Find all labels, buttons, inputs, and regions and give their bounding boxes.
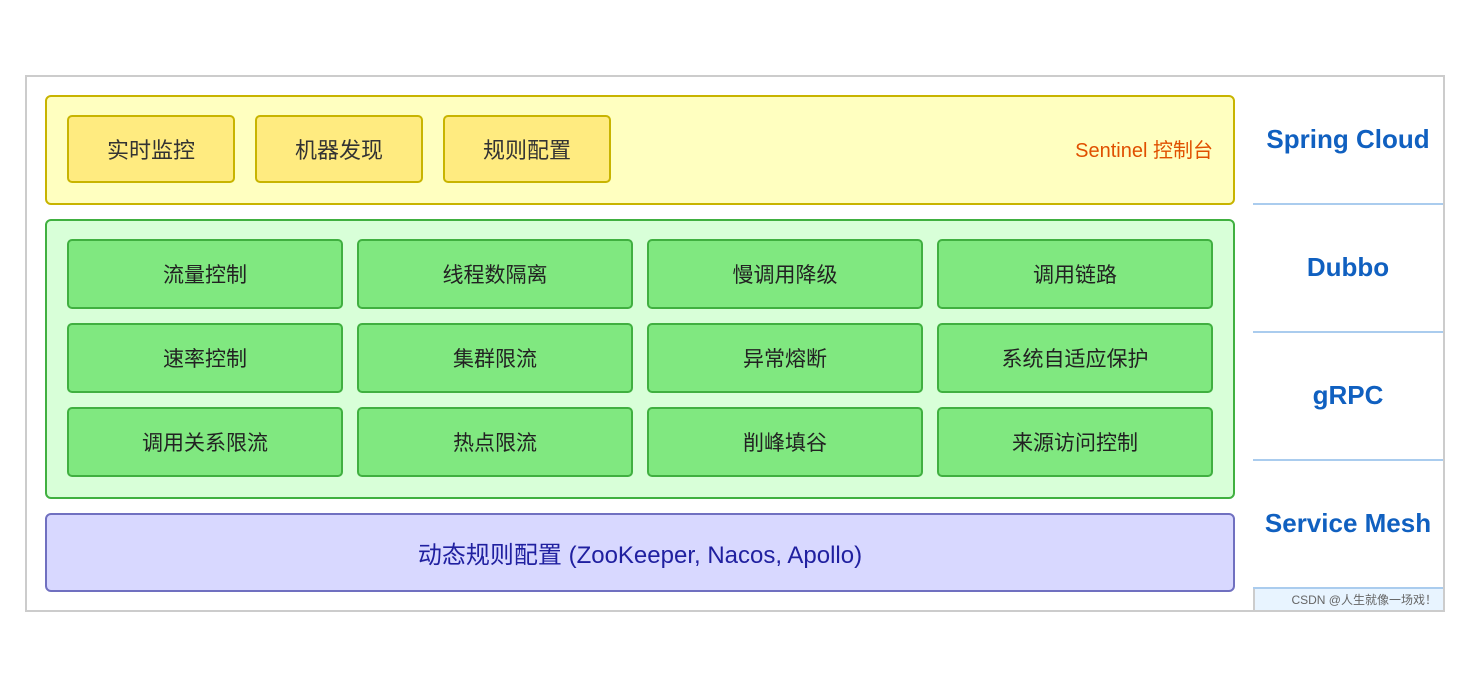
features-row-2: 速率控制 集群限流 异常熔断 系统自适应保护 xyxy=(67,323,1213,393)
sidebar-item-grpc[interactable]: gRPC xyxy=(1253,333,1443,461)
feature-flow-control: 流量控制 xyxy=(67,239,343,309)
sentinel-boxes: 实时监控 机器发现 规则配置 xyxy=(67,115,1055,183)
feature-call-chain: 调用链路 xyxy=(937,239,1213,309)
feature-cluster-limit: 集群限流 xyxy=(357,323,633,393)
sidebar-item-dubbo[interactable]: Dubbo xyxy=(1253,205,1443,333)
right-sidebar: Spring Cloud Dubbo gRPC Service Mesh CSD… xyxy=(1253,77,1443,610)
sentinel-box-discovery: 机器发现 xyxy=(255,115,423,183)
dynamic-panel: 动态规则配置 (ZooKeeper, Nacos, Apollo) xyxy=(45,513,1235,592)
main-content: 实时监控 机器发现 规则配置 Sentinel 控制台 流量控制 线程数隔离 慢… xyxy=(27,77,1253,610)
features-row-1: 流量控制 线程数隔离 慢调用降级 调用链路 xyxy=(67,239,1213,309)
feature-rate-control: 速率控制 xyxy=(67,323,343,393)
feature-call-relation: 调用关系限流 xyxy=(67,407,343,477)
watermark: CSDN @人生就像一场戏！ xyxy=(1253,589,1443,610)
feature-exception-break: 异常熔断 xyxy=(647,323,923,393)
main-diagram: 实时监控 机器发现 规则配置 Sentinel 控制台 流量控制 线程数隔离 慢… xyxy=(25,75,1445,612)
features-row-3: 调用关系限流 热点限流 削峰填谷 来源访问控制 xyxy=(67,407,1213,477)
feature-access-control: 来源访问控制 xyxy=(937,407,1213,477)
sidebar-item-spring-cloud[interactable]: Spring Cloud xyxy=(1253,77,1443,205)
sentinel-label: Sentinel 控制台 xyxy=(1075,134,1213,163)
feature-peak-shaving: 削峰填谷 xyxy=(647,407,923,477)
feature-thread-isolation: 线程数隔离 xyxy=(357,239,633,309)
feature-slow-call: 慢调用降级 xyxy=(647,239,923,309)
sentinel-panel: 实时监控 机器发现 规则配置 Sentinel 控制台 xyxy=(45,95,1235,205)
feature-hotspot: 热点限流 xyxy=(357,407,633,477)
sidebar-item-service-mesh[interactable]: Service Mesh xyxy=(1253,461,1443,589)
sentinel-box-config: 规则配置 xyxy=(443,115,611,183)
features-panel: 流量控制 线程数隔离 慢调用降级 调用链路 速率控制 集群限流 异常熔断 系统自… xyxy=(45,219,1235,499)
sentinel-box-realtime: 实时监控 xyxy=(67,115,235,183)
feature-system-adaptive: 系统自适应保护 xyxy=(937,323,1213,393)
